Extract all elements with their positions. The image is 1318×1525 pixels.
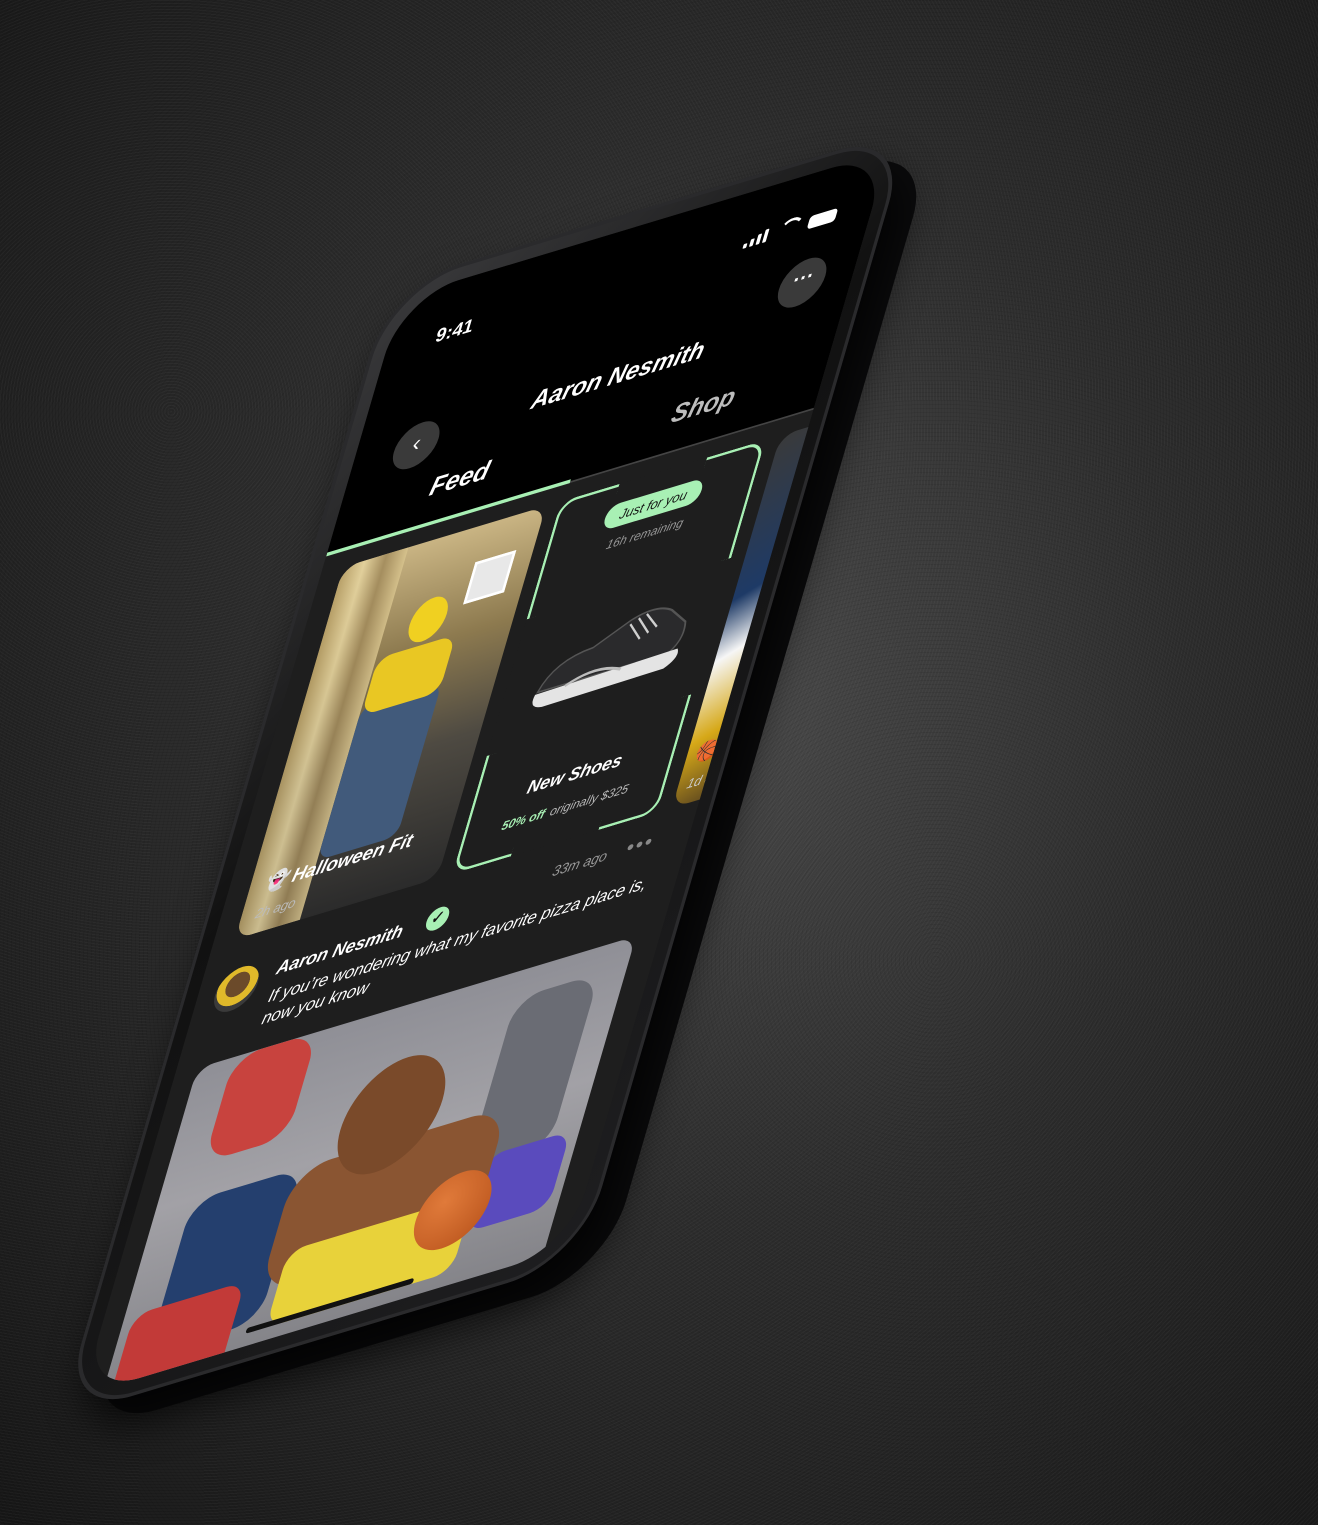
post-time: 33m ago [550, 847, 610, 881]
phone-mockup: 9:41 ‹ Aaron Nesmith ··· Feed Shop 👻 Hal… [59, 95, 1090, 1432]
verified-icon: ✓ [423, 903, 453, 934]
photo-window [463, 549, 517, 605]
status-time: 9:41 [432, 315, 477, 348]
ellipsis-icon: ··· [789, 262, 818, 293]
phone-frame: 9:41 ‹ Aaron Nesmith ··· Feed Shop 👻 Hal… [59, 128, 911, 1418]
app-screen: 9:41 ‹ Aaron Nesmith ··· Feed Shop 👻 Hal… [81, 150, 890, 1396]
chevron-left-icon: ‹ [409, 429, 425, 458]
signal-icon [742, 228, 770, 249]
status-icons [742, 204, 839, 249]
battery-icon [806, 207, 839, 230]
wifi-icon [775, 215, 802, 239]
more-options-button[interactable]: ··· [771, 251, 833, 314]
avatar[interactable] [208, 960, 265, 1018]
post-more-button[interactable]: ••• [623, 828, 657, 861]
photo-player [203, 1031, 319, 1163]
